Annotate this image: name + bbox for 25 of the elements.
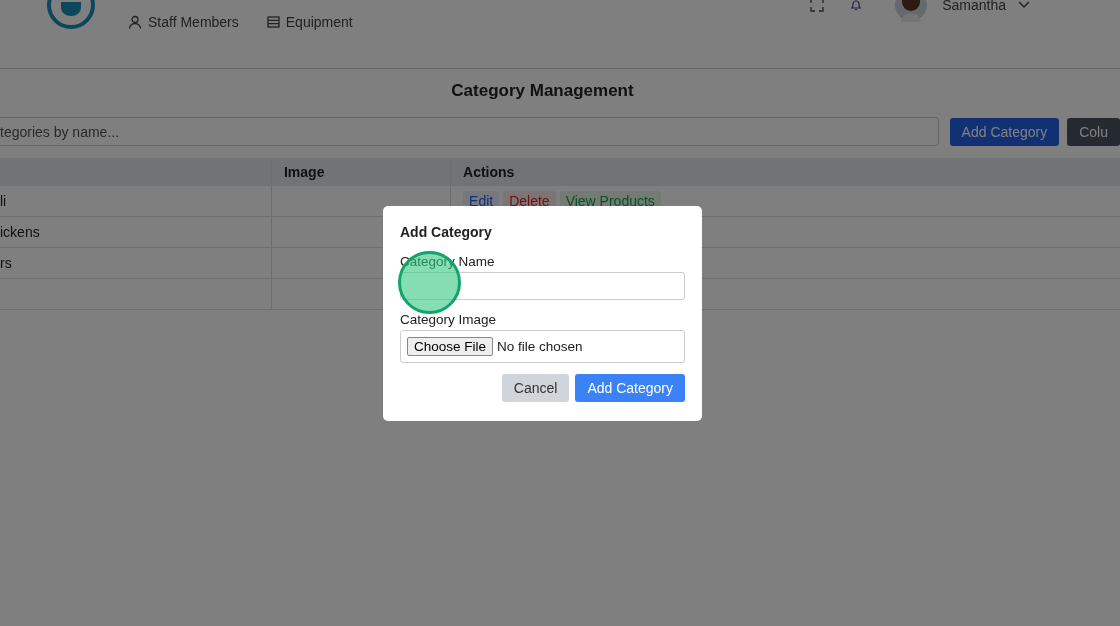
user-name[interactable]: Samantha: [942, 0, 1006, 13]
fullscreen-icon[interactable]: [810, 0, 825, 12]
modal-title: Add Category: [400, 224, 493, 240]
person-icon: [128, 15, 142, 29]
page-title: Category Management: [450, 81, 635, 101]
nav-link[interactable]: Staff Members: [128, 14, 239, 30]
input-field[interactable]: [400, 272, 685, 300]
dialog-button[interactable]: Cancel: [501, 374, 570, 402]
dialog-button[interactable]: Add Category: [575, 374, 685, 402]
header-cell: Image: [271, 158, 451, 186]
header-cell: Actions: [450, 158, 1120, 186]
file-input-field[interactable]: Choose File No file chosen: [400, 330, 685, 363]
toolbar-button[interactable]: Colu: [1067, 117, 1120, 146]
table-cell: rs: [0, 247, 272, 279]
search-field[interactable]: tegories by name...: [0, 117, 939, 146]
list-icon: [266, 16, 280, 28]
choose-file-button[interactable]: Choose File: [407, 337, 494, 356]
field-label: Category Image: [400, 312, 498, 327]
file-status: No file chosen: [497, 339, 583, 354]
chevron-down-icon[interactable]: [1018, 1, 1030, 9]
bell-icon[interactable]: [850, 0, 863, 11]
toolbar-button[interactable]: Add Category: [949, 117, 1060, 146]
nav-link[interactable]: Equipment: [266, 14, 353, 30]
table-cell: li: [0, 186, 272, 217]
table-cell: ickens: [0, 216, 272, 248]
